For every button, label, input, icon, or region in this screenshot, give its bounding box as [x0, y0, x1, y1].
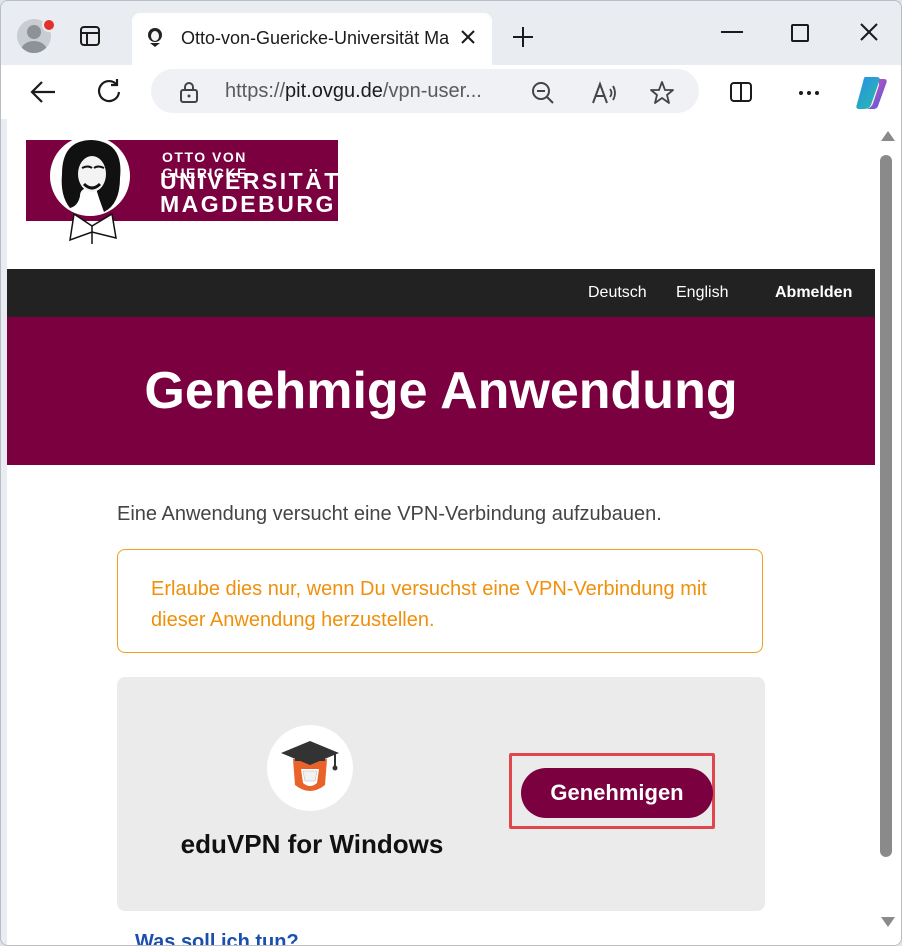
hero-banner: Genehmige Anwendung [7, 317, 875, 465]
copilot-icon[interactable] [853, 73, 891, 111]
minimize-icon[interactable] [721, 31, 743, 33]
logo-line-3: MAGDEBURG [160, 191, 336, 217]
browser-toolbar: https://pit.ovgu.de/vpn-user... [1, 65, 901, 119]
help-link[interactable]: Was soll ich tun? [135, 931, 299, 945]
maximize-icon[interactable] [791, 24, 809, 42]
nav-english-link[interactable]: English [676, 284, 728, 302]
guericke-portrait-icon [50, 136, 130, 244]
logout-link[interactable]: Abmelden [775, 284, 852, 302]
split-screen-icon[interactable] [729, 81, 753, 103]
page-title: Genehmige Anwendung [144, 362, 738, 420]
page-viewport: OTTO VON GUERICKE UNIVERSITÄT MAGDEBURG … [7, 119, 875, 945]
top-navigation: Deutsch English Abmelden [7, 269, 875, 317]
university-favicon-icon [148, 28, 162, 47]
warning-box: Erlaube dies nur, wenn Du versuchst eine… [117, 549, 763, 653]
read-aloud-icon[interactable] [591, 81, 617, 105]
eduvpn-icon [267, 725, 353, 811]
warning-text: Erlaube dies nur, wenn Du versuchst eine… [151, 578, 707, 631]
title-bar: Otto-von-Guericke-Universität Magdeburg [1, 1, 901, 65]
tab-actions-icon[interactable] [79, 25, 101, 47]
scroll-up-icon[interactable] [881, 131, 895, 141]
url-text[interactable]: https://pit.ovgu.de/vpn-user... [225, 80, 507, 103]
app-name: eduVPN for Windows [180, 829, 444, 859]
approval-card: eduVPN for Windows Genehmigen [117, 677, 765, 911]
nav-deutsch-link[interactable]: Deutsch [588, 284, 647, 302]
university-logo[interactable]: OTTO VON GUERICKE UNIVERSITÄT MAGDEBURG [26, 136, 338, 244]
vertical-scrollbar[interactable] [875, 119, 901, 945]
address-bar[interactable]: https://pit.ovgu.de/vpn-user... [151, 69, 699, 113]
reload-icon[interactable] [95, 77, 123, 105]
browser-window: Otto-von-Guericke-Universität Magdeburg [0, 0, 902, 946]
lock-icon[interactable] [179, 81, 199, 103]
tab-title: Otto-von-Guericke-Universität Magdeburg [181, 28, 449, 48]
window-close-icon[interactable] [859, 22, 879, 42]
close-tab-icon[interactable] [458, 27, 478, 47]
notification-dot-icon [42, 18, 56, 32]
favorite-star-icon[interactable] [649, 80, 675, 106]
more-options-icon[interactable] [797, 81, 821, 105]
intro-text: Eine Anwendung versucht eine VPN-Verbind… [117, 503, 662, 525]
approve-button[interactable]: Genehmigen [521, 768, 713, 818]
active-tab[interactable]: Otto-von-Guericke-Universität Magdeburg [132, 13, 492, 65]
scroll-thumb[interactable] [880, 155, 892, 857]
new-tab-icon[interactable] [511, 25, 535, 49]
scroll-down-icon[interactable] [881, 917, 895, 927]
zoom-out-icon[interactable] [531, 81, 555, 105]
back-arrow-icon[interactable] [29, 79, 57, 105]
approve-highlight-box: Genehmigen [509, 753, 715, 829]
